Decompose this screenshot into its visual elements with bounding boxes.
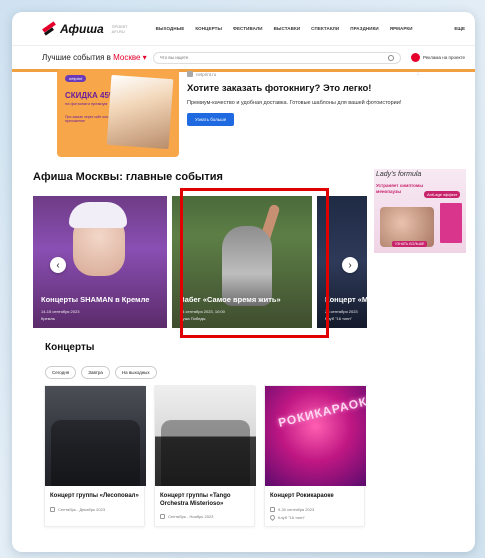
ad-source[interactable]: netprint.ru (187, 71, 417, 77)
concert-place-row: Клуб "16 тонн" (265, 512, 364, 521)
site-icon (187, 71, 193, 77)
nav-item-holidays[interactable]: ПРАЗДНИКИ (350, 26, 378, 31)
calendar-icon (270, 506, 275, 512)
carousel-next-button[interactable]: › (342, 257, 358, 273)
ad-source-label: netprint.ru (196, 71, 217, 77)
nav-items: ВЫХОДНЫЕ КОНЦЕРТЫ ФЕСТИВАЛИ ВЫСТАВКИ СПЕ… (156, 26, 413, 31)
concert-date: Сентябрь - Ноябрь 2023 (168, 514, 214, 519)
nav-item-fairs[interactable]: ЯРМАРКИ (390, 26, 413, 31)
filter-tomorrow[interactable]: Завтра (81, 366, 110, 379)
ad-banner-image[interactable]: netprint СКИДКА 45% на фотокниги премиум… (57, 69, 179, 157)
top-navigation: Афиша ПРОЕКТ AFI.RU ВЫХОДНЫЕ КОНЦЕРТЫ ФЕ… (12, 12, 475, 46)
megaphone-icon (410, 53, 420, 62)
side-ad-brand: Lady's formula (376, 171, 422, 178)
search-icon[interactable] (387, 54, 394, 61)
side-ad-button[interactable]: УЗНАТЬ БОЛЬШЕ (392, 241, 428, 247)
ad-brand-pill: netprint (65, 75, 87, 82)
ad-learn-more-button[interactable]: Узнать больше (187, 113, 235, 126)
slide-date: 23 сентября 2023 (325, 309, 358, 314)
concert-cards: Концерт группы «Лесоповал» Сентябрь - Де… (44, 385, 366, 527)
slide-place: Клуб "16 тонн" (325, 316, 352, 321)
concert-filters: Сегодня Завтра На выходных (45, 366, 157, 379)
nav-item-concerts[interactable]: КОНЦЕРТЫ (195, 26, 222, 31)
slide-place: Кремль (41, 316, 55, 321)
concert-date-row: Сентябрь - Ноябрь 2023 (155, 508, 254, 519)
slide-date: 14-15 сентября 2023 (41, 309, 80, 314)
ad-sale-title: СКИДКА 45% (65, 91, 117, 100)
photobook-image (106, 74, 174, 150)
concert-date: Сентябрь - Декабрь 2023 (58, 506, 106, 512)
concert-card[interactable]: РОКИКАРАОКЕ Концерт Рокикараоке 9-30 сен… (264, 385, 366, 527)
calendar-icon (50, 506, 55, 512)
product-box-image (440, 203, 462, 243)
photobook-ad[interactable]: netprint СКИДКА 45% на фотокниги премиум… (53, 65, 421, 161)
concert-title: Концерт группы «Tango Orchestra Misterio… (160, 493, 231, 507)
concert-image (45, 386, 146, 486)
neon-sign-text: РОКИКАРАОКЕ (276, 392, 366, 430)
nav-item-weekends[interactable]: ВЫХОДНЫЕ (156, 26, 185, 31)
city-selector[interactable]: Москве (113, 53, 140, 62)
nav-item-exhibitions[interactable]: ВЫСТАВКИ (274, 26, 301, 31)
concert-card[interactable]: Концерт группы «Лесоповал» Сентябрь - Де… (44, 385, 146, 527)
band-photo (161, 420, 250, 486)
search-input[interactable] (159, 55, 388, 60)
logo-subtitle: ПРОЕКТ AFI.RU (111, 23, 128, 34)
chevron-left-icon: ‹ (56, 259, 60, 271)
event-photo-hair (69, 202, 127, 228)
concert-date-row: 9-30 сентября 2023 (265, 501, 364, 512)
filter-today[interactable]: Сегодня (45, 366, 77, 379)
afisha-logo-icon (42, 22, 56, 36)
concert-title: Концерт группы «Лесоповал» (50, 493, 139, 499)
slide-title: Концерты SHAMAN в Кремле (41, 295, 150, 304)
ad-description: Премиум-качество и удобная доставка. Гот… (187, 100, 402, 106)
slide-title: Концерт «Маро (325, 295, 367, 304)
concert-date-row: Сентябрь - Декабрь 2023 (45, 501, 144, 512)
best-events-label: Лучшие события в Москве ▾ (42, 53, 147, 62)
advertise-label: Реклама на проекте (422, 55, 465, 60)
search-box[interactable] (152, 51, 401, 64)
filter-weekend[interactable]: На выходных (114, 366, 157, 379)
nav-more[interactable]: ЕЩЕ (454, 26, 465, 31)
concert-date: 9-30 сентября 2023 (278, 506, 315, 512)
chevron-down-icon[interactable]: ▾ (143, 53, 147, 62)
concert-card[interactable]: Концерт группы «Tango Orchestra Misterio… (154, 385, 256, 527)
nav-item-festivals[interactable]: ФЕСТИВАЛИ (233, 26, 263, 31)
ad-title[interactable]: Хотите заказать фотокнигу? Это легко! (187, 83, 417, 94)
more-options-icon[interactable]: ⋮ (415, 69, 421, 76)
concert-image (155, 386, 256, 486)
band-photo (51, 420, 140, 486)
main-events-heading: Афиша Москвы: главные события (33, 171, 223, 183)
nav-item-shows[interactable]: СПЕКТАКЛИ (311, 26, 339, 31)
concert-place: Клуб "16 тонн" (278, 514, 305, 520)
side-ad-badge: Anti-age эффект (424, 191, 461, 198)
concert-title: Концерт Рокикараоке (270, 493, 334, 499)
concert-image: РОКИКАРАОКЕ (265, 386, 366, 486)
chevron-right-icon: › (348, 259, 352, 271)
carousel-prev-button[interactable]: ‹ (50, 257, 66, 273)
best-events-text: Лучшие события в (42, 53, 111, 62)
calendar-icon (160, 514, 165, 519)
side-ad[interactable]: Lady's formula Устраняет симптомы менопа… (374, 169, 466, 253)
selection-highlight (180, 188, 329, 338)
logo-text: Афиша (60, 21, 104, 36)
concerts-heading: Концерты (45, 342, 95, 353)
ad-text-block: netprint.ru Хотите заказать фотокнигу? Э… (187, 69, 417, 157)
location-pin-icon (268, 513, 277, 521)
side-ad-claim: Устраняет симптомы менопаузы (376, 183, 424, 194)
advertise-link[interactable]: Реклама на проекте (410, 53, 465, 62)
logo[interactable]: Афиша ПРОЕКТ AFI.RU (42, 22, 138, 36)
